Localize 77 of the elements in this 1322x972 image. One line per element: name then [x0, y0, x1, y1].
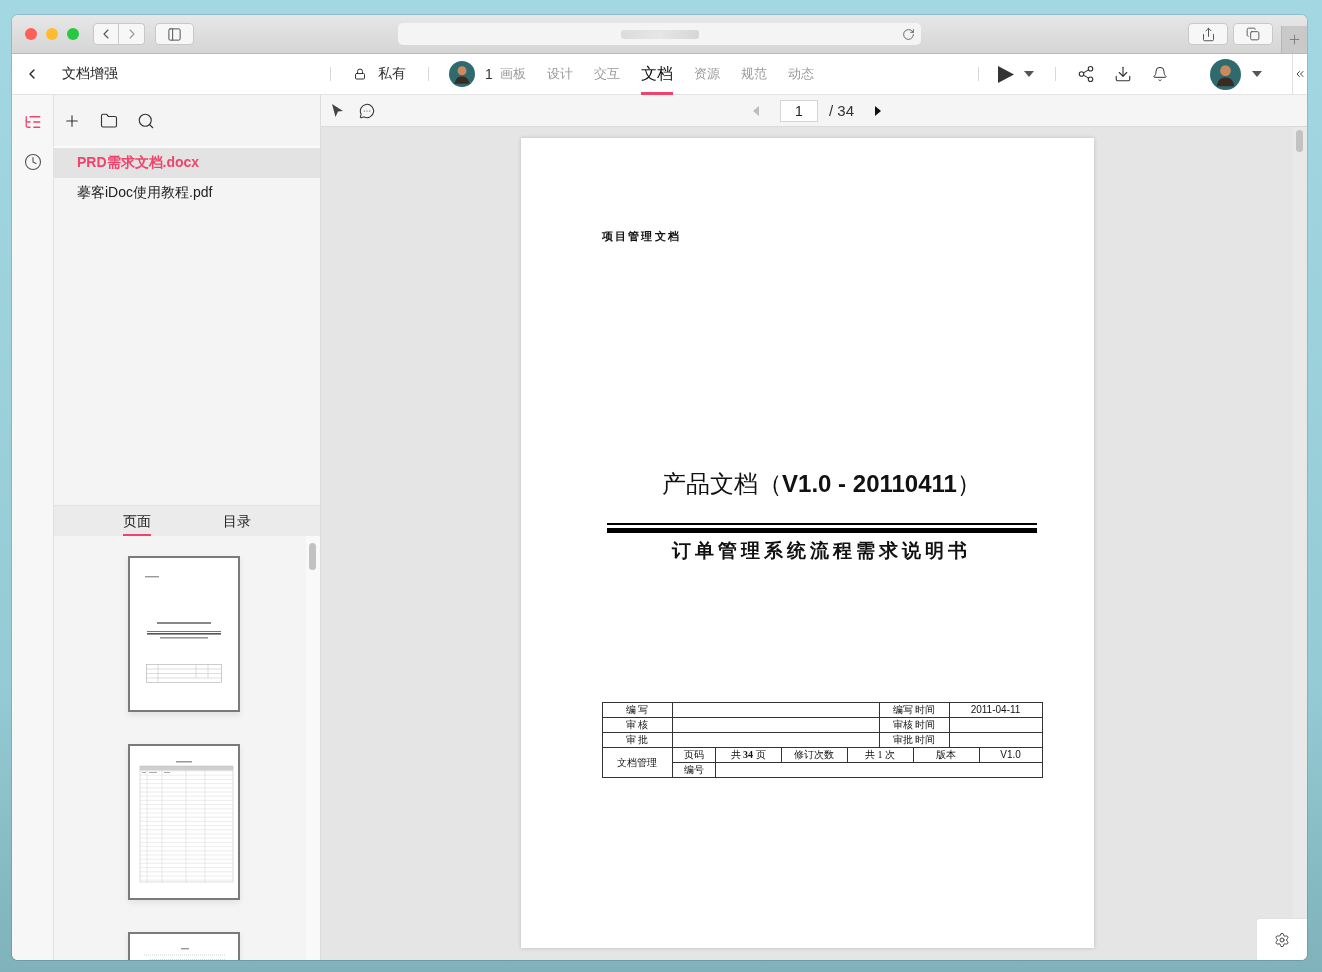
- folder-icon: [100, 111, 118, 130]
- search-button[interactable]: [137, 111, 155, 130]
- two-squares-icon: [1246, 27, 1260, 41]
- caret-down-icon: [1252, 71, 1262, 77]
- next-page-button[interactable]: [875, 105, 882, 116]
- search-icon: [137, 111, 155, 130]
- close-window-button[interactable]: [25, 28, 37, 40]
- table-cell: 审核 时间: [879, 717, 949, 733]
- settings-icon: [1274, 931, 1290, 948]
- page-total: / 34: [829, 102, 855, 119]
- collapse-button[interactable]: [1292, 54, 1307, 94]
- scrollbar-thumb[interactable]: [1296, 130, 1303, 152]
- plus-icon: [1287, 32, 1302, 47]
- bell-icon: [1152, 66, 1168, 82]
- nav-tab[interactable]: 设计: [546, 53, 573, 95]
- page-thumbnail[interactable]: [128, 744, 240, 900]
- download-button[interactable]: [1114, 65, 1132, 83]
- play-button[interactable]: [998, 65, 1034, 83]
- sidebar-icon: [167, 26, 182, 42]
- share-nodes-icon: [1077, 65, 1095, 83]
- table-cell: 编写 时间: [879, 702, 949, 718]
- cursor-icon: [332, 104, 343, 117]
- sidebar-button[interactable]: [155, 23, 194, 45]
- comment-button[interactable]: [359, 102, 375, 119]
- select-tool-button[interactable]: [332, 104, 343, 117]
- avatar-icon: [449, 61, 475, 87]
- nav-tab[interactable]: 资源: [693, 53, 720, 95]
- table-cell: 文档管理: [602, 747, 672, 778]
- nav-tab[interactable]: 动态: [787, 53, 814, 95]
- table-cell: 审 批: [602, 732, 672, 748]
- table-cell: 2011-04-11: [949, 702, 1042, 718]
- notifications-button[interactable]: [1152, 66, 1168, 82]
- table-cell: 页码: [672, 747, 715, 763]
- table-cell: 审批 时间: [879, 732, 949, 748]
- folder-button[interactable]: [100, 111, 118, 130]
- comment-icon: [359, 102, 375, 119]
- table-cell: 共 34 页: [715, 747, 781, 763]
- privacy-button[interactable]: 私有: [354, 65, 406, 83]
- table-cell: 编 写: [602, 702, 672, 718]
- document-title: 产品文档（V1.0 - 20110411）: [662, 469, 981, 499]
- page-thumbnail[interactable]: [128, 556, 240, 712]
- page-number-field[interactable]: 1: [780, 99, 818, 122]
- triangle-left-icon: [753, 105, 759, 116]
- scrollbar-thumb[interactable]: [309, 543, 316, 570]
- nav-tab[interactable]: 规范: [740, 53, 767, 95]
- view-tab[interactable]: 页面: [123, 506, 151, 536]
- account-menu-button[interactable]: [1210, 58, 1262, 90]
- file-item[interactable]: 摹客iDoc使用教程.pdf: [54, 178, 320, 208]
- new-tab-button[interactable]: [1281, 26, 1307, 53]
- table-cell: 编号: [672, 762, 715, 778]
- nav-tab[interactable]: 画板: [499, 53, 526, 95]
- download-icon: [1114, 65, 1132, 83]
- view-tab[interactable]: 目录: [223, 506, 251, 536]
- member-avatar-button[interactable]: [449, 61, 475, 87]
- table-cell: 修订次数: [781, 747, 847, 763]
- file-item[interactable]: PRD需求文档.docx: [54, 148, 320, 178]
- table-cell: 审 核: [602, 717, 672, 733]
- document-subtitle: 订单管理系统流程需求说明书: [672, 539, 971, 563]
- caret-down-icon: [1024, 71, 1034, 77]
- share-button[interactable]: [1077, 65, 1095, 83]
- lock-icon: [354, 68, 366, 80]
- member-count: 1: [485, 66, 493, 82]
- table-cell: 版本: [913, 747, 979, 763]
- settings-button[interactable]: [1256, 918, 1307, 960]
- play-icon: [998, 65, 1014, 83]
- triangle-right-icon: [875, 105, 882, 116]
- tabs-overview-button[interactable]: [1233, 23, 1273, 45]
- address-field[interactable]: [398, 23, 921, 45]
- document-header: 项目管理文档: [601, 229, 682, 243]
- table-cell: V1.0: [979, 747, 1042, 763]
- avatar-icon: [1210, 58, 1241, 90]
- project-title: 文档增强: [62, 65, 118, 83]
- nav-tab[interactable]: 交互: [593, 53, 620, 95]
- table-cell: 共 1 次: [847, 747, 913, 763]
- share-icon: [1200, 26, 1216, 42]
- reload-icon[interactable]: [902, 27, 915, 41]
- double-chevron-left-icon: [1294, 68, 1306, 80]
